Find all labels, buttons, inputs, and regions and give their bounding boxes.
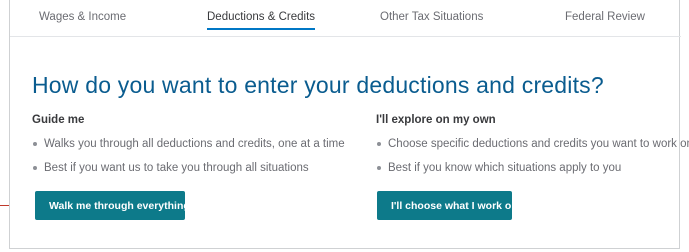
guide-bullet: Best if you want us to take you through …	[32, 160, 345, 184]
edge-marker	[0, 205, 9, 206]
tab-wages-income[interactable]: Wages & Income	[39, 11, 126, 23]
page-title: How do you want to enter your deductions…	[32, 72, 604, 98]
guide-bullet: Walks you through all deductions and cre…	[32, 136, 345, 160]
explore-section: I'll explore on my own Choose specific d…	[376, 114, 689, 184]
explore-bullet: Choose specific deductions and credits y…	[376, 136, 689, 160]
progress-tabs: Wages & Income Deductions & Credits Othe…	[10, 0, 681, 37]
deductions-panel: Wages & Income Deductions & Credits Othe…	[9, 0, 689, 249]
choose-what-i-work-on-button[interactable]: I'll choose what I work on	[377, 191, 518, 220]
explore-bullets: Choose specific deductions and credits y…	[376, 136, 689, 184]
guide-me-bullets: Walks you through all deductions and cre…	[32, 136, 345, 184]
guide-me-title: Guide me	[32, 114, 85, 126]
explore-title: I'll explore on my own	[376, 114, 496, 126]
tab-other-tax-situations[interactable]: Other Tax Situations	[380, 11, 483, 23]
tab-federal-review[interactable]: Federal Review	[565, 11, 645, 23]
explore-bullet: Best if you know which situations apply …	[376, 160, 689, 184]
walk-me-through-button[interactable]: Walk me through everything	[35, 191, 190, 220]
guide-me-section: Guide me Walks you through all deduction…	[32, 114, 345, 184]
tab-deductions-credits[interactable]: Deductions & Credits	[207, 11, 316, 30]
